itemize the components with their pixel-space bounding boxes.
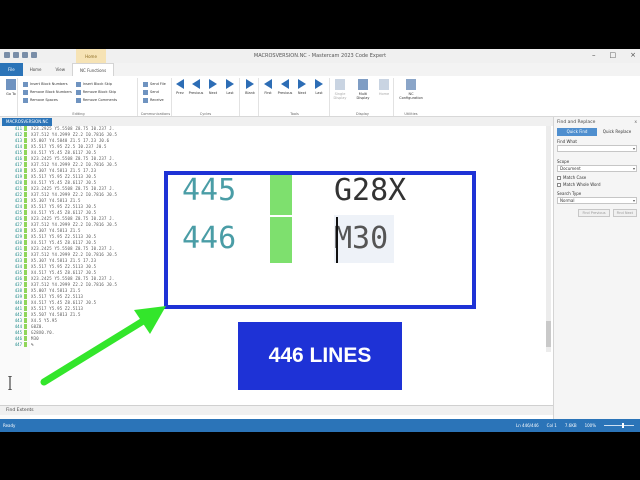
pointer-arrow-overlay — [40, 306, 166, 386]
arrow-shaft — [40, 314, 152, 386]
ibeam-cursor-icon — [8, 376, 12, 390]
